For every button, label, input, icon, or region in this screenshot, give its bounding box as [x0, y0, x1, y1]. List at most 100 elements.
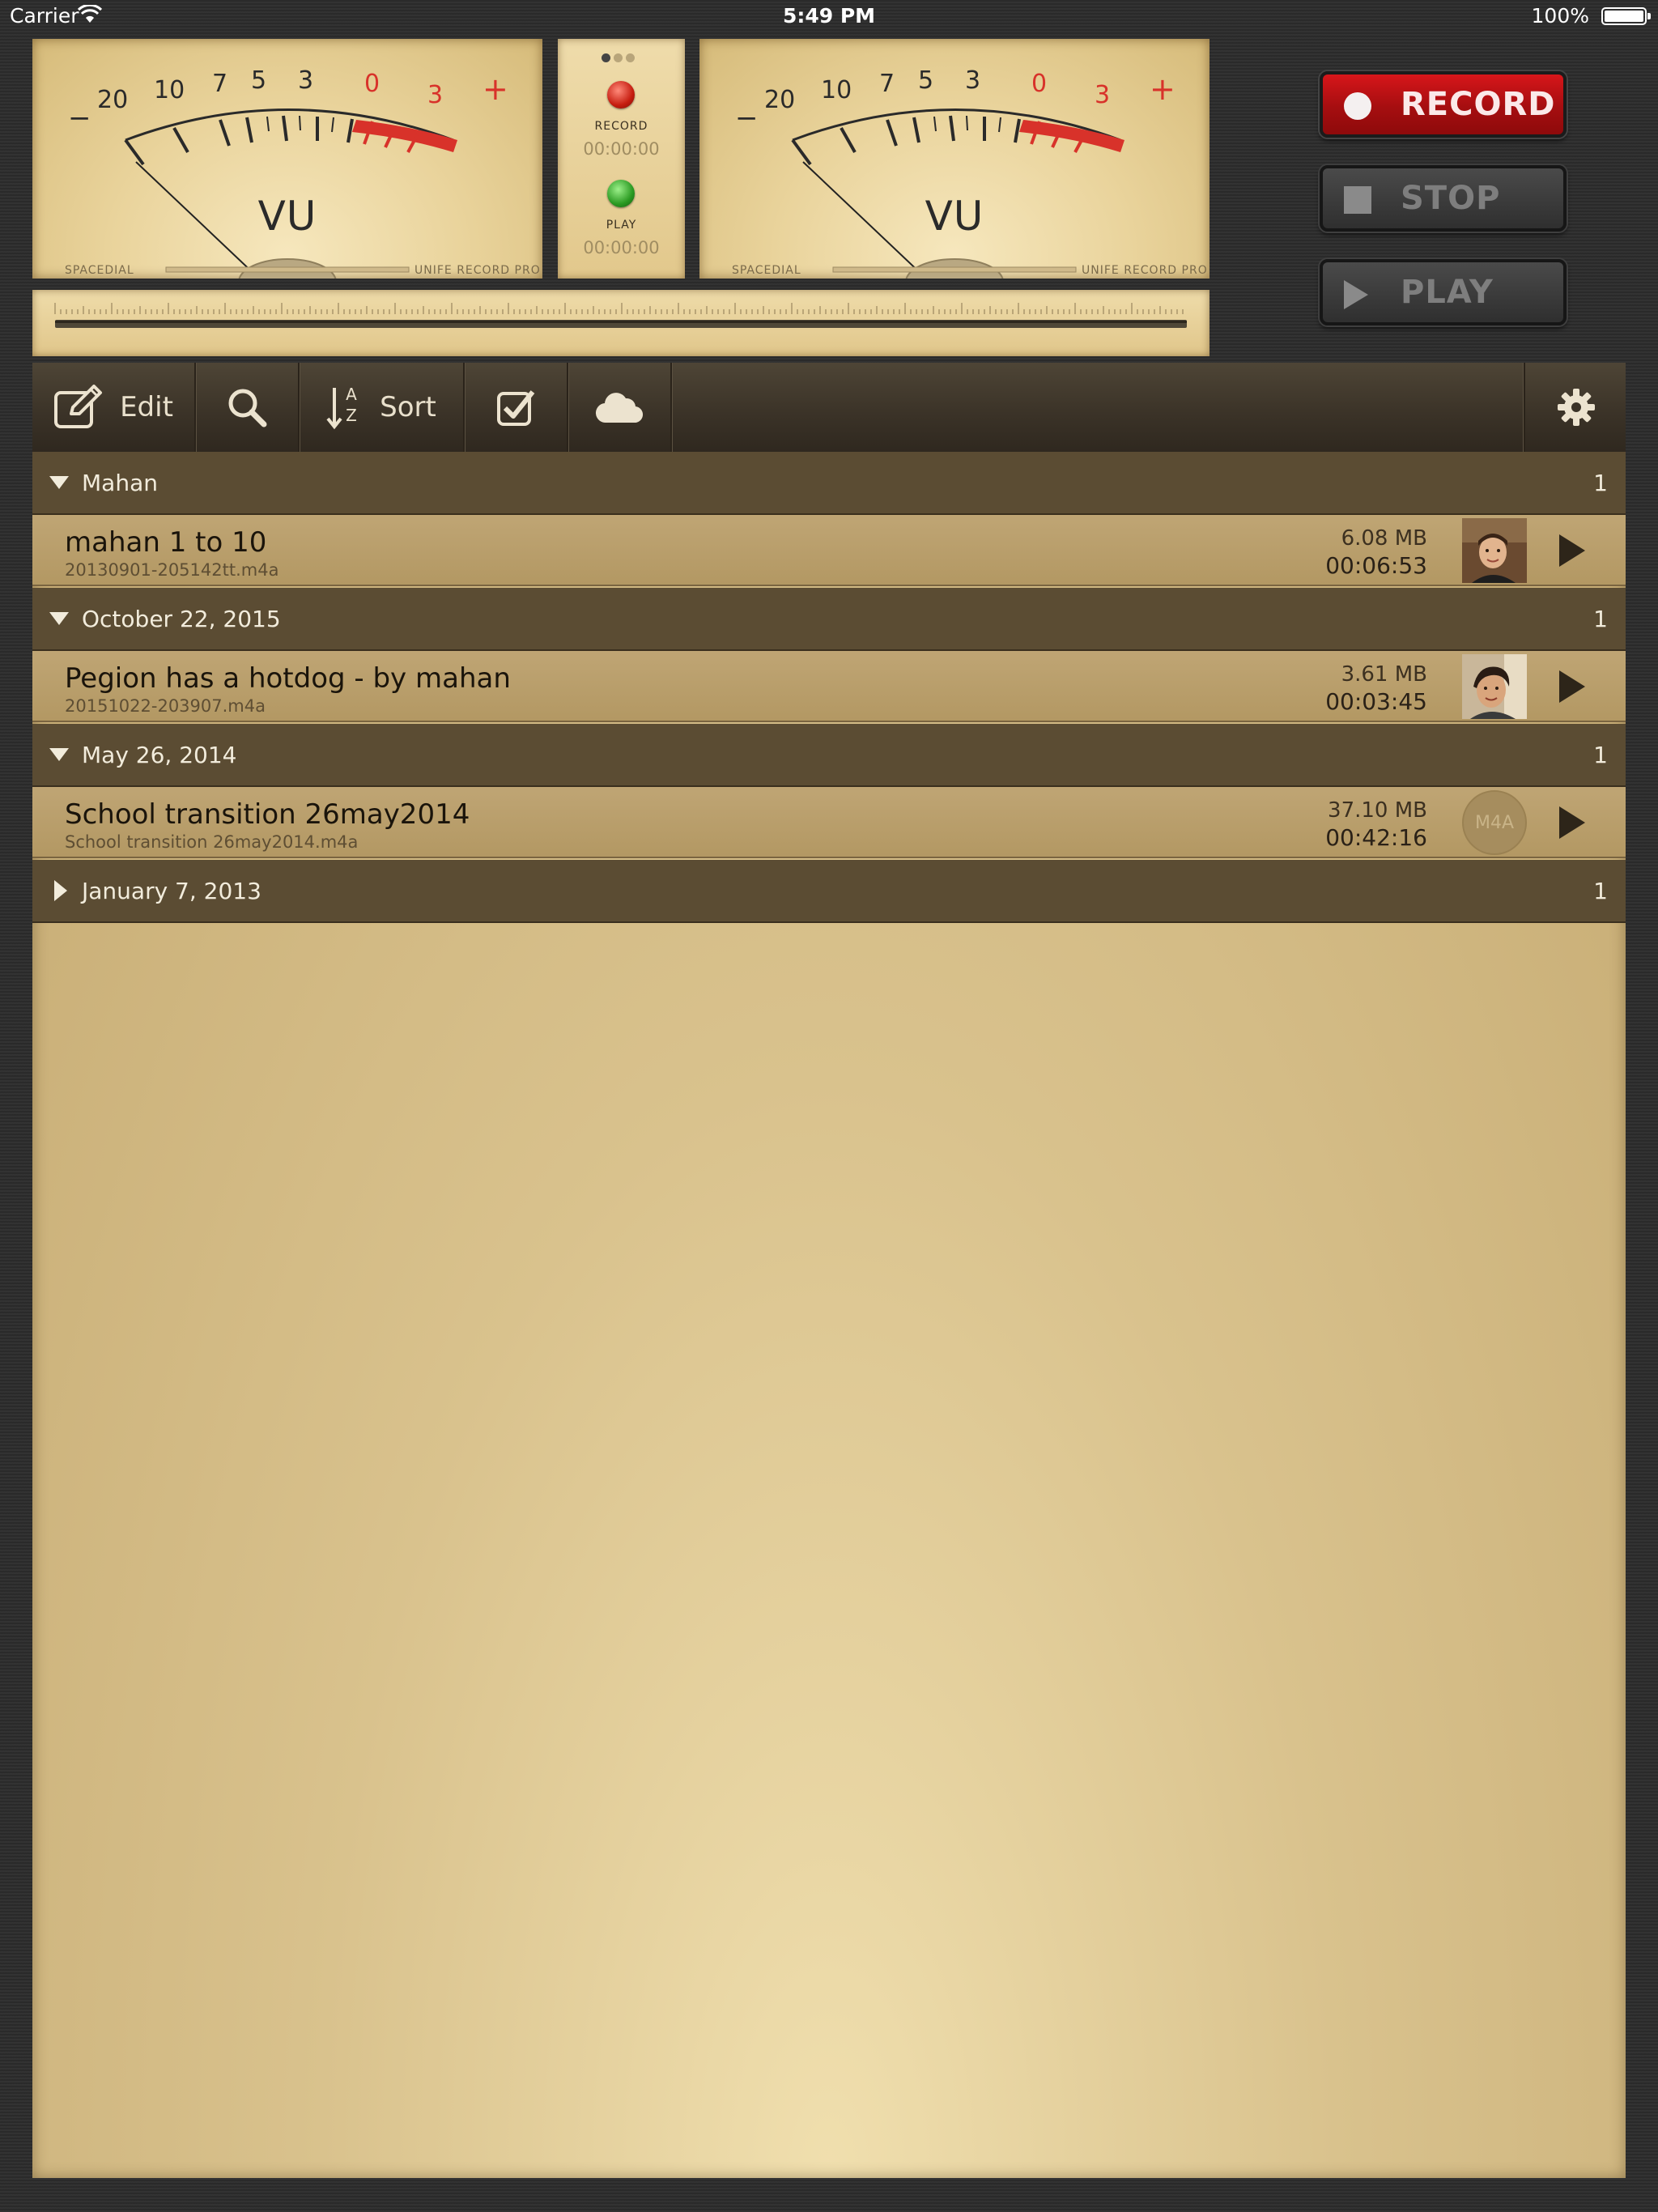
recording-title: mahan 1 to 10 — [65, 526, 267, 559]
vu-scale-0: 0 — [1031, 70, 1048, 98]
vu-plus-label: + — [483, 71, 508, 107]
vu-scale-plus3: 3 — [427, 81, 444, 109]
vu-scale-7: 7 — [212, 70, 228, 98]
search-button[interactable] — [196, 363, 300, 452]
recording-filename: School transition 26may2014.m4a — [65, 832, 359, 852]
section-header[interactable]: May 26, 2014 1 — [32, 724, 1626, 787]
vu-meter-right: − 20 10 7 5 3 0 3 + VU SPACEDIAL UNIFE R… — [699, 39, 1209, 279]
toolbar: Edit A Z Sort — [32, 363, 1626, 453]
checkbox-icon — [497, 390, 535, 426]
vu-scale-7: 7 — [879, 70, 895, 98]
position-scrubber[interactable] — [32, 290, 1209, 356]
page-dots[interactable] — [602, 50, 638, 66]
record-indicator-label: RECORD — [594, 120, 648, 133]
vu-label: VU — [925, 193, 984, 240]
recording-size: 6.08 MB — [1341, 526, 1427, 551]
vu-minus-label: − — [68, 102, 91, 134]
vu-scale-3: 3 — [298, 66, 314, 95]
sort-icon-z: Z — [346, 406, 357, 425]
recording-thumbnail — [1462, 654, 1527, 719]
search-icon — [228, 389, 267, 428]
play-indicator-label: PLAY — [606, 219, 637, 232]
recording-duration: 00:06:53 — [1325, 552, 1427, 579]
play-icon — [1344, 280, 1368, 309]
recording-thumbnail — [1462, 518, 1527, 583]
record-button-label: RECORD — [1401, 86, 1556, 123]
status-bar: Carrier 5:49 PM 100% — [0, 0, 1658, 32]
cloud-button[interactable] — [568, 363, 672, 452]
row-play-icon[interactable] — [1559, 806, 1585, 839]
stop-button[interactable]: STOP — [1320, 165, 1567, 232]
section-count: 1 — [1593, 606, 1608, 632]
section-header[interactable]: October 22, 2015 1 — [32, 588, 1626, 651]
chevron-down-icon — [49, 612, 69, 625]
chevron-down-icon — [49, 748, 69, 761]
stop-square-icon — [1344, 186, 1371, 214]
vu-brand-right: UNIFE RECORD PRO — [1082, 264, 1208, 277]
section-count: 1 — [1593, 470, 1608, 496]
section-header[interactable]: January 7, 2013 1 — [32, 860, 1626, 923]
sort-icon-a: A — [346, 385, 357, 404]
battery-icon — [1601, 7, 1651, 25]
sort-label: Sort — [380, 391, 436, 423]
recording-duration: 00:03:45 — [1325, 688, 1427, 715]
sort-icon: A Z — [326, 385, 365, 430]
list-item[interactable]: School transition 26may2014 School trans… — [32, 787, 1626, 858]
chevron-right-icon — [54, 880, 67, 901]
section-title: Mahan — [82, 470, 158, 496]
vu-scale-3: 3 — [965, 66, 981, 95]
vu-scale-plus3: 3 — [1095, 81, 1111, 109]
vu-scale-10: 10 — [154, 76, 185, 104]
vu-brand-right: UNIFE RECORD PRO — [414, 264, 541, 277]
stop-button-label: STOP — [1401, 180, 1501, 217]
cloud-icon — [595, 393, 644, 423]
vu-scale-20: 20 — [97, 86, 129, 114]
play-led-icon — [607, 180, 635, 207]
recording-filename: 20151022-203907.m4a — [65, 696, 266, 716]
vu-scale-0: 0 — [364, 70, 380, 98]
list-item[interactable]: Pegion has a hotdog - by mahan 20151022-… — [32, 651, 1626, 722]
play-button-label: PLAY — [1401, 274, 1494, 311]
vu-scale-10: 10 — [821, 76, 852, 104]
record-led-icon — [607, 81, 635, 108]
recording-duration: 00:42:16 — [1325, 824, 1427, 851]
clock: 5:49 PM — [782, 4, 876, 28]
play-time: 00:00:00 — [583, 238, 660, 257]
vu-brand-left: SPACEDIAL — [65, 264, 134, 277]
section-count: 1 — [1593, 742, 1608, 768]
vu-label: VU — [257, 193, 317, 240]
play-button[interactable]: PLAY — [1320, 259, 1567, 325]
sort-button[interactable]: A Z Sort — [300, 363, 465, 452]
vu-plus-label: + — [1150, 71, 1175, 107]
file-type-badge: M4A — [1462, 790, 1527, 855]
record-button[interactable]: RECORD — [1320, 71, 1567, 138]
section-count: 1 — [1593, 878, 1608, 904]
battery-percent: 100% — [1531, 4, 1589, 28]
section-header[interactable]: Mahan 1 — [32, 452, 1626, 515]
level-status-panel[interactable]: RECORD 00:00:00 PLAY 00:00:00 — [558, 39, 685, 279]
recording-title: Pegion has a hotdog - by mahan — [65, 662, 511, 695]
vu-scale-20: 20 — [764, 86, 796, 114]
select-button[interactable] — [465, 363, 568, 452]
record-dot-icon — [1344, 92, 1371, 120]
vu-brand-left: SPACEDIAL — [732, 264, 801, 277]
recording-size: 37.10 MB — [1328, 798, 1427, 823]
edit-button[interactable]: Edit — [32, 363, 196, 452]
recording-filename: 20130901-205142tt.m4a — [65, 560, 279, 580]
vu-minus-label: − — [735, 102, 759, 134]
recordings-list[interactable]: Mahan 1 mahan 1 to 10 20130901-205142tt.… — [32, 452, 1626, 2178]
settings-button[interactable] — [1524, 363, 1627, 452]
chevron-down-icon — [49, 476, 69, 489]
edit-icon — [54, 385, 103, 428]
list-item[interactable]: mahan 1 to 10 20130901-205142tt.m4a 6.08… — [32, 515, 1626, 586]
row-play-icon[interactable] — [1559, 534, 1585, 567]
vu-meter-left: − 20 10 7 5 3 0 3 + VU SPACEDIAL UNIFE R… — [32, 39, 542, 279]
vu-scale-5: 5 — [918, 66, 934, 95]
recording-size: 3.61 MB — [1341, 662, 1427, 687]
section-title: May 26, 2014 — [82, 742, 237, 768]
section-title: January 7, 2013 — [82, 878, 261, 904]
vu-scale-5: 5 — [251, 66, 267, 95]
edit-label: Edit — [120, 391, 173, 423]
gear-icon — [1558, 389, 1595, 426]
row-play-icon[interactable] — [1559, 670, 1585, 703]
